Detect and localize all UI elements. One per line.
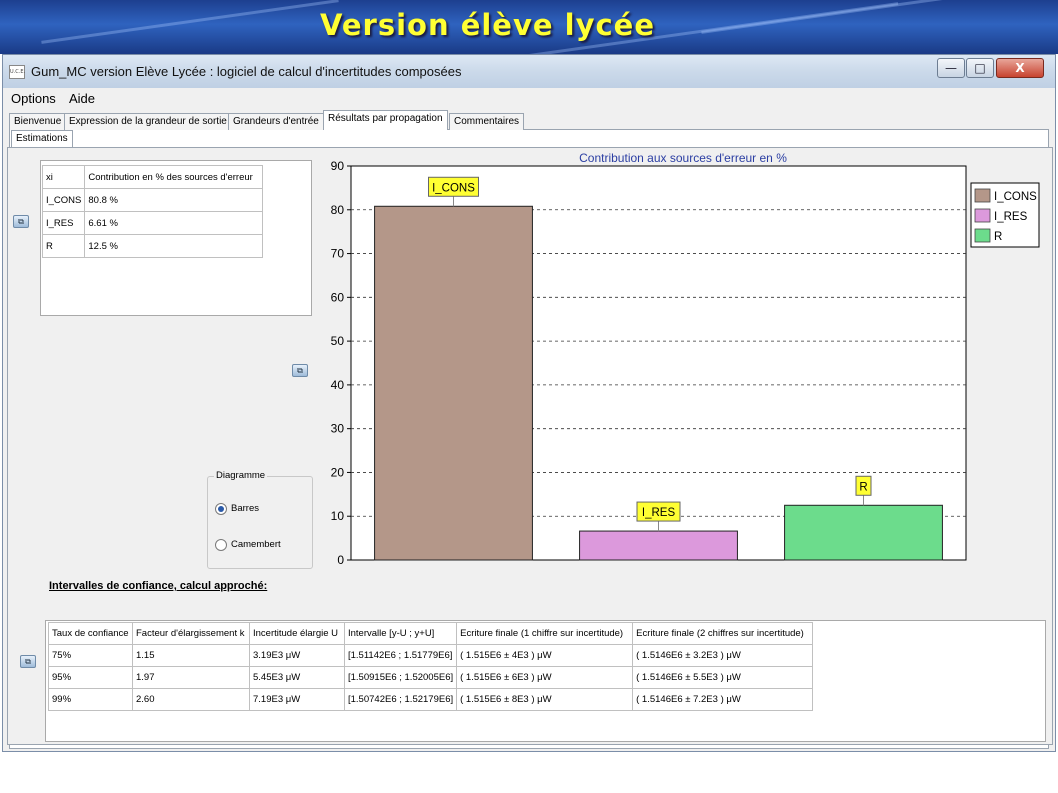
column-header: Ecriture finale (1 chiffre sur incertitu…: [456, 622, 634, 645]
table-row: 99% 2.60 7.19E3 μW [1.50742E6 ; 1.52179E…: [48, 688, 814, 711]
table-cell: ( 1.515E6 ± 8E3 ) μW: [456, 688, 634, 711]
tab-resultats-propagation[interactable]: Résultats par propagation: [323, 110, 448, 130]
contribution-chart: Contribution aux sources d'erreur en % 0 1…: [331, 151, 1040, 567]
legend-entry: R: [994, 231, 1002, 243]
table-cell: I_CONS: [41, 188, 86, 212]
table-cell: [1.51142E6 ; 1.51779E6]: [343, 644, 458, 667]
menu-bar: Options Aide: [3, 88, 1055, 110]
table-cell: ( 1.5146E6 ± 5.5E3 ) μW: [632, 666, 814, 689]
y-tick-label: 60: [331, 290, 345, 304]
radio-camembert-label[interactable]: Camembert: [231, 539, 281, 550]
table-cell: ( 1.515E6 ± 4E3 ) μW: [456, 644, 634, 667]
menu-aide[interactable]: Aide: [69, 91, 95, 106]
copy-table-icon[interactable]: ⧉: [13, 215, 29, 228]
legend-entry: I_CONS: [994, 191, 1037, 203]
app-window: U.C.E. Gum_MC version Elève Lycée : logi…: [2, 54, 1056, 752]
radio-camembert[interactable]: [215, 539, 227, 551]
chart-area: Contribution aux sources d'erreur en % 0 1…: [321, 149, 1049, 625]
column-header: Intervalle [y-U ; y+U]: [343, 622, 458, 645]
column-header: Ecriture finale (2 chiffres sur incertit…: [632, 622, 814, 645]
legend-swatch: [974, 228, 991, 243]
y-tick-label: 90: [331, 159, 345, 173]
tab-commentaires[interactable]: Commentaires: [449, 113, 525, 130]
legend-entry: I_RES: [994, 211, 1028, 223]
banner-title: Version élève lycée: [320, 8, 656, 42]
y-tick-label: 30: [331, 422, 345, 436]
intervals-table: Taux de confiance Facteur d'élargissemen…: [48, 622, 814, 711]
contributions-table: xi Contribution en % des sources d'erreu…: [41, 165, 264, 258]
diagramme-title: Diagramme: [214, 470, 268, 481]
table-cell: 2.60: [132, 688, 250, 711]
intervals-table-box: Taux de confiance Facteur d'élargissemen…: [45, 620, 1046, 742]
table-cell: 99%: [48, 688, 133, 711]
table-cell: 6.61 %: [84, 211, 264, 235]
tab-expression-sortie[interactable]: Expression de la grandeur de sortie: [64, 113, 232, 130]
table-header-row: xi Contribution en % des sources d'erreu…: [41, 165, 264, 189]
table-cell: 1.97: [132, 666, 250, 689]
column-header: xi: [41, 165, 86, 189]
column-header: Facteur d'élargissement k: [132, 622, 250, 645]
table-row: I_CONS 80.8 %: [41, 188, 264, 212]
table-cell: 95%: [48, 666, 133, 689]
data-label: R: [859, 481, 867, 493]
y-tick-label: 0: [337, 553, 344, 567]
menu-options[interactable]: Options: [11, 91, 56, 106]
table-cell: 5.45E3 μW: [249, 666, 345, 689]
bar-R: [784, 504, 943, 561]
table-cell: 12.5 %: [84, 234, 264, 258]
table-cell: ( 1.5146E6 ± 7.2E3 ) μW: [632, 688, 814, 711]
y-tick-label: 20: [331, 465, 345, 479]
table-cell: [1.50742E6 ; 1.52179E6]: [343, 688, 458, 711]
column-header: Taux de confiance: [48, 622, 133, 645]
tab-bienvenue[interactable]: Bienvenue: [9, 113, 67, 130]
table-cell: I_RES: [41, 211, 86, 235]
bar-I_CONS: [374, 205, 533, 561]
legend-swatch: [974, 188, 991, 203]
column-header: Incertitude élargie U: [249, 622, 345, 645]
close-button[interactable]: X: [996, 58, 1044, 78]
title-bar: U.C.E. Gum_MC version Elève Lycée : logi…: [3, 55, 1055, 88]
minimize-button[interactable]: —: [937, 58, 965, 78]
table-cell: ( 1.5146E6 ± 3.2E3 ) μW: [632, 644, 814, 667]
y-tick-label: 50: [331, 334, 345, 348]
table-cell: ( 1.515E6 ± 6E3 ) μW: [456, 666, 634, 689]
y-tick-label: 40: [331, 378, 345, 392]
table-header-row: Taux de confiance Facteur d'élargissemen…: [48, 622, 814, 645]
table-row: 95% 1.97 5.45E3 μW [1.50915E6 ; 1.52005E…: [48, 666, 814, 689]
data-label: I_CONS: [432, 182, 475, 194]
table-cell: 7.19E3 μW: [249, 688, 345, 711]
banner: Version élève lycée: [0, 0, 1058, 54]
table-cell: 80.8 %: [84, 188, 264, 212]
radio-barres-label[interactable]: Barres: [231, 503, 259, 514]
contributions-table-box: xi Contribution en % des sources d'erreu…: [40, 160, 312, 316]
tab-grandeurs-entree[interactable]: Grandeurs d'entrée: [228, 113, 324, 130]
copy-intervals-icon[interactable]: ⧉: [20, 655, 36, 668]
app-icon: U.C.E.: [9, 65, 25, 79]
subtab-estimations[interactable]: Estimations: [11, 130, 73, 147]
radio-barres[interactable]: [215, 503, 227, 515]
table-cell: R: [41, 234, 86, 258]
maximize-button[interactable]: □: [966, 58, 994, 78]
window-title: Gum_MC version Elève Lycée : logiciel de…: [31, 64, 462, 79]
table-row: I_RES 6.61 %: [41, 211, 264, 235]
table-cell: [1.50915E6 ; 1.52005E6]: [343, 666, 458, 689]
intervals-title: Intervalles de confiance, calcul approch…: [49, 580, 268, 592]
y-tick-label: 80: [331, 203, 345, 217]
table-cell: 1.15: [132, 644, 250, 667]
y-tick-label: 70: [331, 247, 345, 261]
copy-chart-icon[interactable]: ⧉: [292, 364, 308, 377]
data-label: I_RES: [642, 507, 676, 519]
bar-I_RES: [579, 530, 738, 561]
table-cell: 75%: [48, 644, 133, 667]
column-header: Contribution en % des sources d'erreur: [84, 165, 264, 189]
table-row: R 12.5 %: [41, 234, 264, 258]
chart-title: Contribution aux sources d'erreur en %: [579, 151, 787, 165]
y-tick-label: 10: [331, 509, 345, 523]
legend-swatch: [974, 208, 991, 223]
table-row: 75% 1.15 3.19E3 μW [1.51142E6 ; 1.51779E…: [48, 644, 814, 667]
table-cell: 3.19E3 μW: [249, 644, 345, 667]
diagramme-group: Diagramme Barres Camembert: [207, 470, 313, 569]
